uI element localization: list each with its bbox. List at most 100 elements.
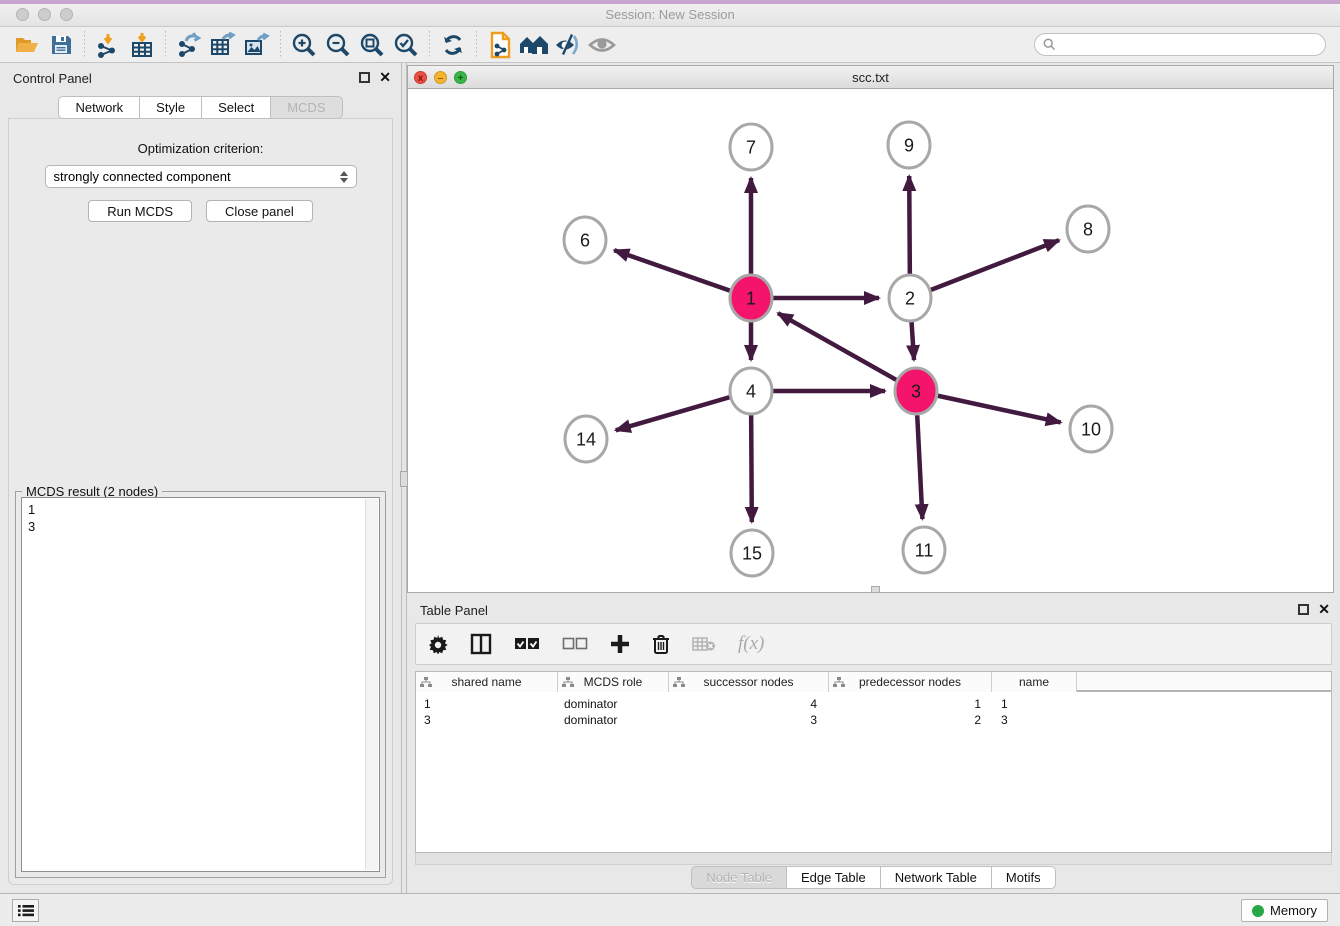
search-input[interactable] [1061, 38, 1317, 52]
table-panel-title: Table Panel [420, 603, 488, 618]
cell-mcds-role: dominator [564, 712, 617, 728]
close-panel-icon[interactable]: ✕ [379, 72, 391, 83]
cell-predecessor-nodes: 1 [829, 696, 981, 712]
deselect-all-icon[interactable] [562, 637, 588, 651]
node-table: shared name MCDS role successor nodes [415, 671, 1332, 853]
export-network-icon[interactable] [172, 30, 206, 60]
zoom-fit-icon[interactable] [355, 30, 389, 60]
table-panel: Table Panel ✕ [407, 595, 1340, 890]
search-icon [1043, 38, 1056, 51]
table-row[interactable]: 3 dominator 3 2 3 [416, 712, 1331, 728]
memory-button[interactable]: Memory [1241, 899, 1328, 922]
col-header-mcds-role[interactable]: MCDS role [558, 672, 669, 692]
tab-select[interactable]: Select [201, 96, 270, 119]
search-box [1034, 33, 1326, 56]
cell-name: 3 [1001, 712, 1008, 728]
col-header-predecessor-nodes[interactable]: predecessor nodes [829, 672, 992, 692]
toolbar-separator [429, 31, 430, 59]
tree-icon [420, 677, 432, 688]
tab-network-table[interactable]: Network Table [880, 866, 991, 889]
delete-column-icon[interactable] [652, 634, 670, 655]
result-scrollbar[interactable] [365, 499, 378, 870]
zoom-out-icon[interactable] [321, 30, 355, 60]
float-table-panel-icon[interactable] [1298, 604, 1309, 615]
export-table-icon[interactable] [206, 30, 240, 60]
cell-mcds-role: dominator [564, 696, 617, 712]
mcds-result-group: MCDS result (2 nodes) 1 3 [15, 491, 386, 878]
export-image-icon[interactable] [240, 30, 274, 60]
task-history-button[interactable] [12, 899, 39, 922]
zoom-in-icon[interactable] [287, 30, 321, 60]
hide-details-icon[interactable] [551, 30, 585, 60]
status-bar: Memory [0, 893, 1340, 926]
graph-edge-2-8[interactable] [910, 240, 1059, 298]
tab-mcds[interactable]: MCDS [270, 96, 342, 119]
graph-node-label-4: 4 [746, 381, 756, 401]
control-panel-tabs: Network Style Select MCDS [0, 96, 401, 119]
mcds-tab-content: Optimization criterion: strongly connect… [8, 118, 393, 885]
close-panel-button[interactable]: Close panel [206, 200, 313, 222]
graph-node-label-7: 7 [746, 137, 756, 157]
tab-network[interactable]: Network [58, 96, 139, 119]
tree-icon [833, 677, 845, 688]
col-header-shared-name[interactable]: shared name [416, 672, 558, 692]
toolbar-separator [476, 31, 477, 59]
control-panel-title: Control Panel [13, 71, 92, 86]
cell-predecessor-nodes: 2 [829, 712, 981, 728]
tree-icon [673, 677, 685, 688]
toolbar-separator [84, 31, 85, 59]
graph-node-label-6: 6 [580, 230, 590, 250]
refresh-layout-icon[interactable] [436, 30, 470, 60]
main-area: Control Panel ✕ Network Style Select MCD… [0, 63, 1340, 893]
cell-name: 1 [1001, 696, 1008, 712]
tree-icon [562, 677, 574, 688]
birds-eye-icon[interactable] [517, 30, 551, 60]
mcds-result-textarea[interactable]: 1 3 [21, 497, 380, 872]
show-details-icon[interactable] [585, 30, 619, 60]
tab-style[interactable]: Style [139, 96, 201, 119]
table-options-icon[interactable] [428, 634, 448, 654]
list-icon [18, 904, 34, 917]
network-window-title: scc.txt [408, 70, 1333, 85]
select-all-icon[interactable] [514, 637, 540, 651]
graph-edge-3-1[interactable] [778, 313, 916, 391]
tab-edge-table[interactable]: Edge Table [786, 866, 880, 889]
table-tabs: Node Table Edge Table Network Table Moti… [407, 866, 1340, 889]
graph-node-label-10: 10 [1081, 419, 1101, 439]
col-header-name[interactable]: name [992, 672, 1077, 692]
network-window: x – + scc.txt 79681243141015 [407, 65, 1334, 593]
tab-node-table[interactable]: Node Table [691, 866, 786, 889]
memory-label: Memory [1270, 903, 1317, 918]
zoom-selected-icon[interactable] [389, 30, 423, 60]
graph-node-label-14: 14 [576, 429, 596, 449]
delete-table-icon[interactable] [692, 636, 716, 652]
open-session-icon[interactable] [10, 30, 44, 60]
titlebar: Session: New Session [0, 4, 1340, 27]
col-header-successor-nodes[interactable]: successor nodes [669, 672, 829, 692]
tab-motifs[interactable]: Motifs [991, 866, 1056, 889]
import-table-icon[interactable] [125, 30, 159, 60]
function-builder-icon[interactable]: f(x) [738, 633, 764, 655]
table-header-row: shared name MCDS role successor nodes [416, 672, 1331, 692]
import-network-icon[interactable] [91, 30, 125, 60]
close-table-panel-icon[interactable]: ✕ [1318, 604, 1330, 615]
save-session-icon[interactable] [44, 30, 78, 60]
table-row[interactable]: 1 dominator 4 1 1 [416, 696, 1331, 712]
dropdown-stepper-icon [340, 171, 348, 183]
add-column-icon[interactable] [610, 634, 630, 654]
run-mcds-button[interactable]: Run MCDS [88, 200, 192, 222]
graph-node-label-1: 1 [746, 288, 756, 308]
network-file-icon[interactable] [483, 30, 517, 60]
float-panel-icon[interactable] [359, 72, 370, 83]
toolbar-separator [165, 31, 166, 59]
graph-node-label-8: 8 [1083, 219, 1093, 239]
show-column-icon[interactable] [470, 633, 492, 655]
criterion-dropdown[interactable]: strongly connected component [45, 165, 357, 188]
mcds-result-values: 1 3 [22, 498, 379, 538]
cell-shared-name: 3 [424, 712, 431, 728]
optimization-criterion-label: Optimization criterion: [9, 141, 392, 156]
network-window-titlebar: x – + scc.txt [408, 66, 1333, 89]
horizontal-splitter-grip[interactable] [871, 586, 880, 593]
graph-node-label-15: 15 [742, 543, 762, 563]
network-canvas[interactable]: 7968124314101511 [408, 90, 1333, 592]
